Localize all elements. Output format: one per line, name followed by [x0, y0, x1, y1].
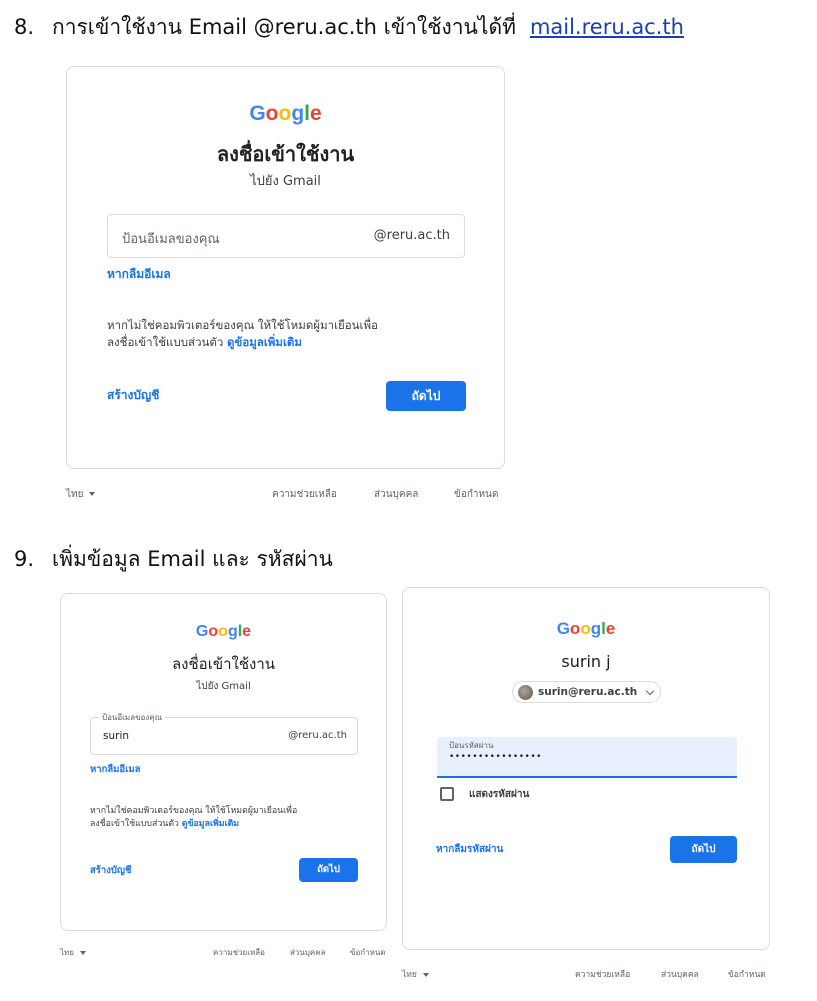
signin-title: ลงชื่อเข้าใช้งาน [216, 142, 355, 166]
caret-down-icon [422, 972, 429, 977]
email-input[interactable]: ป้อนอีเมลของคุณ surin @reru.ac.th [90, 711, 358, 755]
email-value: surin [103, 730, 130, 742]
show-password-label: แสดงรหัสผ่าน [469, 789, 530, 800]
password-mask: •••••••••••••••• [449, 752, 542, 762]
footer-terms-link[interactable]: ข้อกำหนด [350, 946, 386, 959]
email-placeholder: ป้อนอีเมลของคุณ [122, 232, 220, 247]
footer-help-link[interactable]: ความช่วยเหลือ [575, 967, 630, 981]
next-button[interactable]: ถัดไป [670, 836, 737, 863]
step-text: เพิ่มข้อมูล Email และ รหัสผ่าน [52, 547, 333, 571]
footer-terms-link[interactable]: ข้อกำหนด [728, 967, 766, 981]
step-number: 9. [14, 547, 35, 571]
forgot-email-link[interactable]: หากลืมอีเมล [107, 265, 171, 284]
account-email: surin@reru.ac.th [538, 686, 638, 698]
forgot-email-link[interactable]: หากลืมอีเมล [90, 762, 140, 777]
domain-suffix: @reru.ac.th [288, 730, 347, 741]
step-number: 8. [14, 15, 35, 39]
learn-more-link[interactable]: ดูข้อมูลเพิ่มเติม [227, 335, 302, 349]
footer-lang-select[interactable]: ไทย [402, 967, 429, 981]
chevron-down-icon [645, 686, 655, 696]
footer-lang-select[interactable]: ไทย [66, 487, 96, 502]
create-account-link[interactable]: สร้างบัญชี [90, 863, 131, 878]
footer-help-link[interactable]: ความช่วยเหลือ [213, 946, 265, 959]
signin-card-large: Google ลงชื่อเข้าใช้งาน ไปยัง Gmail ป้อน… [66, 66, 505, 469]
next-button[interactable]: ถัดไป [299, 858, 358, 882]
password-label: ป้อนรหัสผ่าน [449, 741, 494, 750]
email-field-label: ป้อนอีเมลของคุณ [99, 711, 166, 724]
google-logo: Google [249, 102, 322, 125]
show-password-checkbox[interactable] [440, 787, 454, 801]
account-chip[interactable]: surin@reru.ac.th [512, 681, 661, 703]
domain-suffix: @reru.ac.th [373, 228, 450, 243]
forgot-password-link[interactable]: หากลืมรหัสผ่าน [436, 842, 503, 857]
learn-more-link[interactable]: ดูข้อมูลเพิ่มเติม [182, 819, 239, 829]
caret-down-icon [79, 950, 86, 955]
footer-terms-link[interactable]: ข้อกำหนด [454, 487, 498, 502]
guest-mode-note: หากไม่ใช่คอมพิวเตอร์ของคุณ ให้ใช้โหมดผู้… [107, 318, 378, 349]
footer-lang-select[interactable]: ไทย [60, 946, 86, 959]
caret-down-icon [89, 492, 96, 496]
signin-card-filled: Google ลงชื่อเข้าใช้งาน ไปยัง Gmail ป้อน… [60, 593, 387, 931]
google-logo: Google [556, 619, 616, 638]
footer-privacy-link[interactable]: ส่วนบุคคล [290, 946, 326, 959]
signin-title: ลงชื่อเข้าใช้งาน [171, 655, 275, 673]
step-9-heading: 9. เพิ่มข้อมูล Email และ รหัสผ่าน [14, 543, 333, 576]
password-input[interactable]: ป้อนรหัสผ่าน •••••••••••••••• [437, 737, 737, 778]
mail-link[interactable]: mail.reru.ac.th [530, 15, 684, 39]
password-card: Google surin j surin@reru.ac.th ป้อนรหัส… [402, 587, 770, 950]
footer-privacy-link[interactable]: ส่วนบุคคล [661, 967, 699, 981]
footer-privacy-link[interactable]: ส่วนบุคคล [374, 487, 418, 502]
account-name: surin j [561, 652, 611, 671]
create-account-link[interactable]: สร้างบัญชี [107, 386, 159, 405]
guest-mode-note: หากไม่ใช่คอมพิวเตอร์ของคุณ ให้ใช้โหมดผู้… [90, 806, 298, 829]
signin-subtitle: ไปยัง Gmail [250, 174, 321, 189]
footer-help-link[interactable]: ความช่วยเหลือ [272, 487, 337, 502]
next-button[interactable]: ถัดไป [386, 381, 466, 411]
email-input[interactable]: ป้อนอีเมลของคุณ @reru.ac.th [107, 214, 465, 258]
step-8-heading: 8. การเข้าใช้งาน Email @reru.ac.th เข้าใช… [14, 11, 684, 44]
avatar [518, 685, 533, 700]
signin-subtitle: ไปยัง Gmail [196, 681, 251, 692]
step-text: การเข้าใช้งาน Email @reru.ac.th เข้าใช้ง… [52, 15, 516, 39]
google-logo: Google [195, 623, 252, 640]
